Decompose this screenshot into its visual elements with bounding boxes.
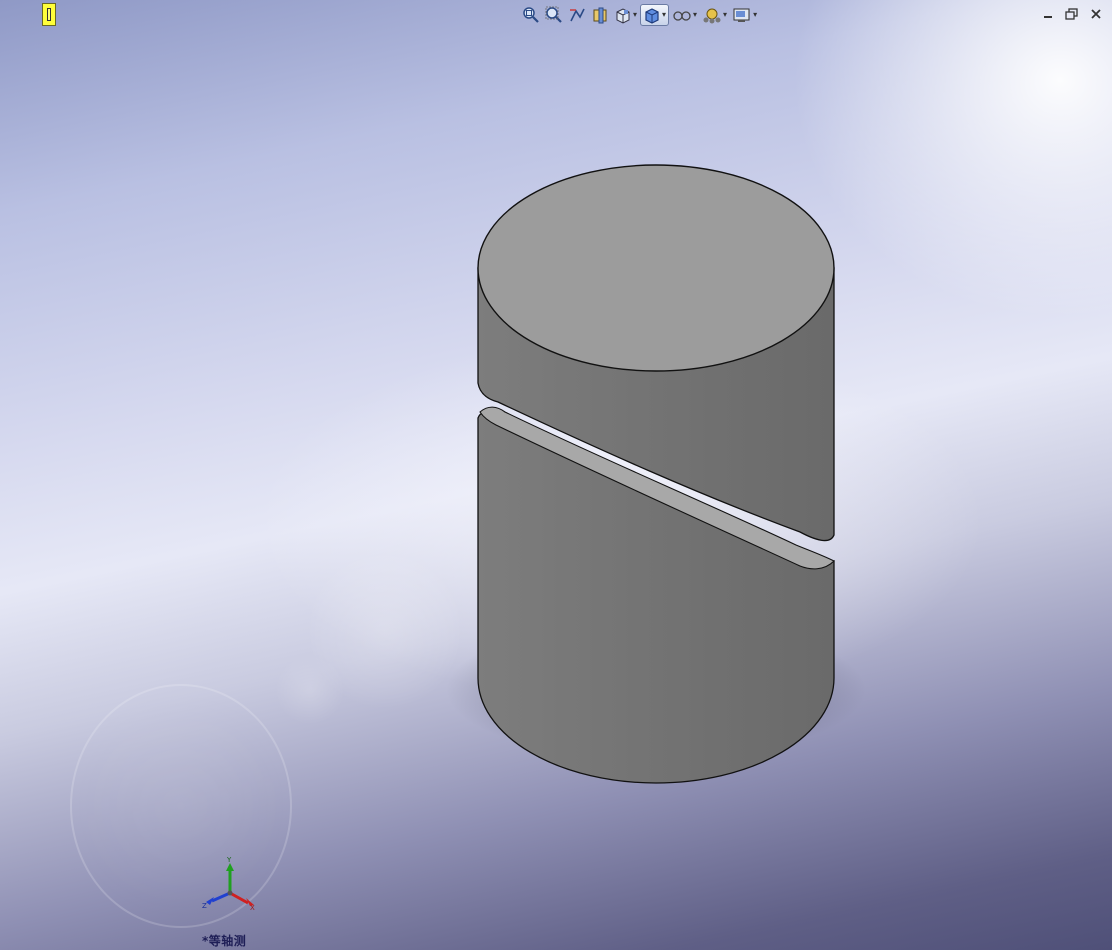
chevron-down-icon: ▾ (633, 10, 638, 19)
section-view-icon[interactable] (589, 4, 611, 26)
previous-view-icon[interactable] (566, 4, 588, 26)
apply-scene-icon[interactable]: ▾ (730, 4, 759, 26)
triad-origin (227, 890, 233, 896)
display-style-icon[interactable]: ▾ (640, 4, 670, 26)
feature-manager-toggle-icon[interactable] (42, 3, 56, 26)
chevron-down-icon: ▾ (693, 10, 698, 19)
hide-show-items-icon[interactable]: ▾ (670, 4, 699, 26)
chevron-down-icon: ▾ (723, 10, 728, 19)
zoom-to-fit-icon[interactable] (520, 4, 542, 26)
zoom-to-area-icon[interactable] (543, 4, 565, 26)
reference-triad[interactable]: Y X Z (198, 855, 262, 915)
close-icon[interactable] (1088, 6, 1104, 22)
minimize-icon[interactable] (1040, 6, 1056, 22)
cylinder-top-face[interactable] (477, 164, 835, 372)
view-orientation-icon[interactable]: ▾ (612, 4, 639, 26)
chevron-down-icon: ▾ (662, 10, 667, 19)
window-controls (1040, 6, 1104, 22)
graphics-area[interactable]: ▾ ▾ ▾ ▾ ▾ Y X Z *等轴测 (0, 0, 1112, 950)
chevron-down-icon: ▾ (753, 10, 758, 19)
view-orientation-label: *等轴测 (202, 934, 247, 948)
triad-y-arrow (226, 863, 234, 871)
triad-z-label: Z (202, 902, 207, 910)
triad-x-label: X (250, 904, 255, 912)
restore-icon[interactable] (1064, 6, 1080, 22)
triad-z-axis (211, 891, 231, 903)
triad-y-label: Y (226, 856, 232, 864)
triad-x-axis (229, 891, 249, 905)
model-view[interactable] (0, 0, 1112, 950)
heads-up-view-toolbar: ▾ ▾ ▾ ▾ ▾ (520, 3, 759, 27)
edit-appearance-icon[interactable]: ▾ (700, 4, 729, 26)
